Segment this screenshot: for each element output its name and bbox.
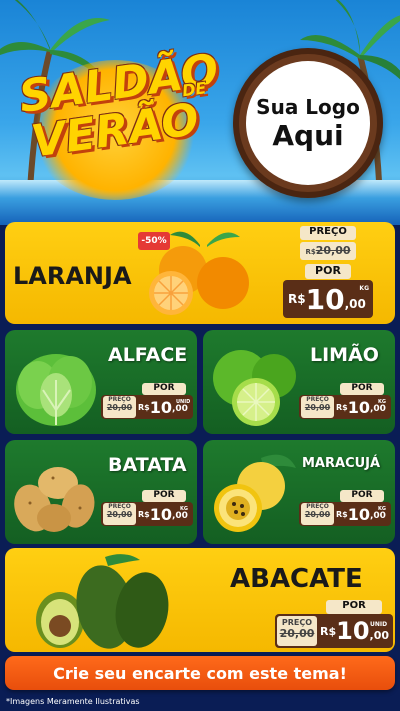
logo-line2: Aqui [272, 118, 344, 152]
new-price-dec-alface: ,00 [172, 404, 188, 414]
new-price-dec-maracuja: ,00 [370, 511, 386, 521]
header-banner: SALDÃO VERÃO DE Sua Logo Aqui [0, 0, 400, 225]
preco-label-batata: PREÇO [108, 503, 131, 510]
new-price-int-alface: 10 [149, 397, 172, 417]
old-price-laranja: 20,00 [315, 244, 351, 257]
lettuce-icon [16, 354, 96, 426]
new-price-int-batata: 10 [149, 504, 172, 524]
new-price-dec-abacate: ,00 [369, 628, 390, 642]
preco-label-alface: PREÇO [108, 396, 131, 403]
logo-placeholder[interactable]: Sua Logo Aqui [233, 48, 383, 198]
passion-fruit-icon [214, 454, 296, 532]
por-label-alface: POR [142, 383, 186, 395]
old-price-box-laranja: R$20,00 [300, 242, 356, 260]
new-price-int-maracuja: 10 [347, 504, 370, 524]
old-price-box-alface: PREÇO 20,00 [103, 396, 136, 418]
old-price-limao: 20,00 [304, 403, 331, 412]
old-price-box-abacate: PREÇO 20,00 [277, 616, 317, 646]
por-label-maracuja: POR [340, 490, 384, 502]
por-label-laranja: POR [305, 264, 351, 279]
preco-label-laranja: PREÇO [300, 226, 356, 240]
unit-abacate: UNID [370, 621, 388, 628]
product-name-batata: BATATA [108, 454, 187, 476]
currency-batata: R$ [138, 509, 150, 519]
product-name-maracuja: MARACUJÁ [302, 456, 381, 471]
avocado-icon [36, 554, 169, 649]
new-price-laranja: R$ 10 ,00 KG [283, 280, 373, 318]
preco-label-maracuja: PREÇO [306, 503, 329, 510]
old-price-box-batata: PREÇO 20,00 [103, 503, 136, 525]
currency-laranja: R$ [288, 292, 306, 306]
new-price-int-limao: 10 [347, 397, 370, 417]
currency-abacate: R$ [320, 624, 337, 638]
logo-line1: Sua Logo [256, 94, 360, 119]
create-flyer-button[interactable]: Crie seu encarte com este tema! [5, 656, 395, 690]
old-price-abacate: 20,00 [279, 627, 315, 640]
unit-laranja: KG [359, 285, 369, 292]
preco-label-limao: PREÇO [306, 396, 329, 403]
product-name-abacate: ABACATE [230, 564, 363, 594]
promo-title-de: DE [180, 78, 208, 101]
new-price-int-abacate: 10 [336, 617, 370, 645]
new-price-int-laranja: 10 [305, 282, 345, 316]
product-name-limao: LIMÃO [310, 344, 379, 366]
potato-icon [14, 467, 95, 532]
new-price-dec-limao: ,00 [370, 404, 386, 414]
old-price-alface: 20,00 [106, 403, 133, 412]
currency-limao: R$ [336, 402, 348, 412]
unit-batata: KG [180, 506, 188, 512]
unit-alface: UNID [176, 399, 191, 405]
unit-maracuja: KG [378, 506, 386, 512]
product-name-laranja: LARANJA [13, 262, 132, 290]
footnote: *Imagens Meramente Ilustrativas [6, 697, 140, 706]
product-name-alface: ALFACE [108, 344, 188, 366]
new-price-dec-batata: ,00 [172, 511, 188, 521]
old-price-box-maracuja: PREÇO 20,00 [301, 503, 334, 525]
currency-alface: R$ [138, 402, 150, 412]
old-currency-laranja: R$ [305, 248, 316, 256]
old-price-batata: 20,00 [106, 510, 133, 519]
new-price-dec-laranja: ,00 [344, 297, 366, 311]
por-label-limao: POR [340, 383, 384, 395]
discount-badge-laranja: -50% [138, 232, 170, 250]
por-label-batata: POR [142, 490, 186, 502]
old-price-box-limao: PREÇO 20,00 [301, 396, 334, 418]
old-price-maracuja: 20,00 [304, 510, 331, 519]
por-label-abacate: POR [326, 600, 382, 614]
unit-limao: KG [378, 399, 386, 405]
logo-inner: Sua Logo Aqui [246, 61, 370, 185]
lime-icon [213, 350, 296, 426]
currency-maracuja: R$ [336, 509, 348, 519]
preco-label-abacate: PREÇO [281, 618, 313, 627]
